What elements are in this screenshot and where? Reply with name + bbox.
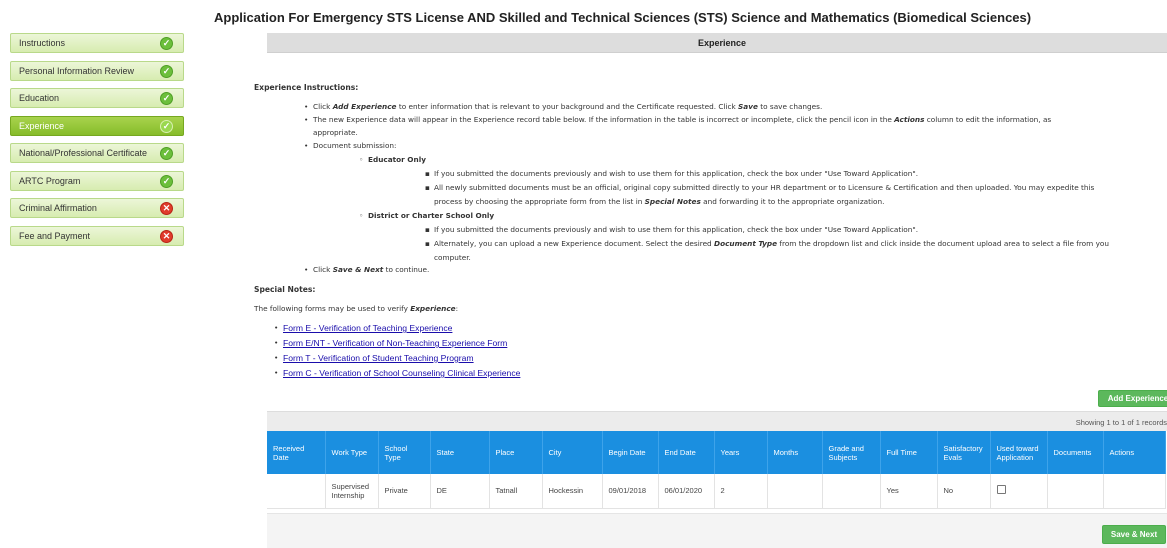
sidebar-item-label: Personal Information Review <box>19 65 135 76</box>
col-header-actions[interactable]: Actions <box>1103 431 1166 474</box>
table-header-row: Received Date Work Type School Type Stat… <box>267 431 1166 474</box>
district-heading: ◦ District or Charter School Only <box>359 211 495 220</box>
sidebar-item-fee-and-payment[interactable]: Fee and Payment ✕ <box>10 225 184 246</box>
panel-header: Experience <box>267 33 1167 53</box>
instruction-text: Click Add Experience to enter informatio… <box>313 102 823 111</box>
footer-bar <box>267 513 1167 548</box>
check-icon: ✓ <box>160 119 173 133</box>
check-icon: ✓ <box>160 37 173 50</box>
cell-school-type: Private <box>378 474 431 509</box>
check-icon: ✓ <box>160 92 173 105</box>
cell-full-time: Yes <box>880 474 938 509</box>
sidebar-item-experience[interactable]: Experience ✓ <box>10 115 184 136</box>
educator-bullet: ▪ All newly submitted documents must be … <box>425 183 1095 192</box>
col-header-city[interactable]: City <box>542 431 603 474</box>
sidebar-item-criminal-affirmation[interactable]: Criminal Affirmation ✕ <box>10 198 184 218</box>
check-icon: ✓ <box>160 174 173 188</box>
sidebar-item-label: Criminal Affirmation <box>19 203 97 213</box>
sidebar-item-label: Education <box>19 93 60 103</box>
special-notes-title: Special Notes: <box>254 285 316 294</box>
sidebar-item-instructions[interactable]: Instructions ✓ <box>10 33 184 53</box>
sidebar-item-personal-information-review[interactable]: Personal Information Review ✓ <box>10 60 184 81</box>
sidebar-item-education[interactable]: Education ✓ <box>10 88 184 108</box>
sidebar-item-label: ARTC Program <box>19 175 81 186</box>
col-header-full-time[interactable]: Full Time <box>880 431 938 474</box>
instructions-title: Experience Instructions: <box>254 83 359 92</box>
check-icon: ✓ <box>160 147 173 160</box>
sidebar-item-label: National/Professional Certificate <box>19 148 148 158</box>
form-t-link[interactable]: Form T - Verification of Student Teachin… <box>274 353 474 363</box>
cell-begin-date: 09/01/2018 <box>602 474 659 509</box>
cell-months <box>767 474 823 509</box>
col-header-documents[interactable]: Documents <box>1047 431 1104 474</box>
sidebar: Instructions ✓ Personal Information Revie… <box>10 33 184 253</box>
sidebar-item-national-professional-certificate[interactable]: National/Professional Certificate ✓ <box>10 143 184 163</box>
col-header-grade-subjects[interactable]: Grade and Subjects <box>822 431 881 474</box>
cell-place: Tatnall <box>489 474 543 509</box>
cell-satisfactory-evals: No <box>937 474 991 509</box>
form-list-item: • Form E/NT - Verification of Non-Teachin… <box>274 338 508 348</box>
cell-documents <box>1047 474 1104 509</box>
sidebar-item-label: Experience <box>19 120 65 131</box>
col-header-end-date[interactable]: End Date <box>658 431 715 474</box>
form-e-link[interactable]: Form E - Verification of Teaching Experi… <box>274 323 452 333</box>
instruction-bullet: • The new Experience data will appear in… <box>304 115 1052 124</box>
check-icon: ✓ <box>160 64 173 78</box>
cell-received-date <box>267 474 326 509</box>
table-row: Supervised Internship Private DE Tatnall… <box>267 474 1166 509</box>
instruction-bullet: • Click Add Experience to enter informat… <box>304 102 823 111</box>
educator-heading: ◦ Educator Only <box>359 155 426 164</box>
sidebar-item-label: Fee and Payment <box>19 230 91 241</box>
sidebar-item-label: Instructions <box>19 38 66 48</box>
error-x-icon: ✕ <box>160 202 173 215</box>
col-header-school-type[interactable]: School Type <box>378 431 431 474</box>
cell-years: 2 <box>714 474 768 509</box>
form-ent-link[interactable]: Form E/NT - Verification of Non-Teaching… <box>274 338 507 348</box>
educator-bullet: ▪ If you submitted the documents previou… <box>425 169 919 178</box>
experience-table: Received Date Work Type School Type Stat… <box>267 431 1166 509</box>
district-bullet: ▪ Alternately, you can upload a new Expe… <box>425 239 1109 248</box>
error-x-icon: ✕ <box>160 229 173 243</box>
sidebar-item-artc-program[interactable]: ARTC Program ✓ <box>10 170 184 191</box>
records-count: Showing 1 to 1 of 1 records <box>1075 418 1167 427</box>
instruction-text-continued: appropriate. <box>313 128 358 137</box>
add-experience-button[interactable]: Add Experience <box>1098 390 1167 407</box>
cell-grade-subjects <box>822 474 881 509</box>
panel-title: Experience <box>697 37 747 48</box>
instruction-bullet: • Document submission: <box>304 141 397 150</box>
district-bullet-continued: computer. <box>434 253 471 262</box>
col-header-used-toward-application[interactable]: Used toward Application <box>990 431 1048 474</box>
form-list-item: • Form C - Verification of School Counsel… <box>274 368 521 378</box>
cell-used-toward-application <box>990 474 1048 509</box>
special-notes-text: The following forms may be used to verif… <box>254 304 459 313</box>
col-header-work-type[interactable]: Work Type <box>325 431 379 474</box>
use-toward-application-checkbox[interactable] <box>996 485 1006 495</box>
instruction-bullet: • Click Save & Next to continue. <box>304 265 430 274</box>
page-title: Application For Emergency STS License AN… <box>214 10 1032 25</box>
col-header-begin-date[interactable]: Begin Date <box>602 431 659 474</box>
cell-end-date: 06/01/2020 <box>658 474 715 509</box>
form-c-link[interactable]: Form C - Verification of School Counseli… <box>274 368 520 378</box>
col-header-received-date[interactable]: Received Date <box>267 431 326 474</box>
save-next-button[interactable]: Save & Next <box>1102 525 1166 544</box>
district-bullet: ▪ If you submitted the documents previou… <box>425 225 919 234</box>
educator-bullet-continued: process by choosing the appropriate form… <box>434 197 885 206</box>
instruction-text: The new Experience data will appear in t… <box>313 115 1052 124</box>
form-list-item: • Form T - Verification of Student Teachi… <box>274 353 474 363</box>
col-header-satisfactory-evals[interactable]: Satisfactory Evals <box>937 431 991 474</box>
col-header-months[interactable]: Months <box>767 431 823 474</box>
cell-work-type: Supervised Internship <box>325 474 379 509</box>
records-bar: Showing 1 to 1 of 1 records <box>267 411 1167 431</box>
col-header-state[interactable]: State <box>430 431 490 474</box>
cell-city: Hockessin <box>542 474 603 509</box>
form-list-item: • Form E - Verification of Teaching Exper… <box>274 323 453 333</box>
col-header-place[interactable]: Place <box>489 431 543 474</box>
col-header-years[interactable]: Years <box>714 431 768 474</box>
cell-actions <box>1103 474 1166 509</box>
cell-state: DE <box>430 474 490 509</box>
